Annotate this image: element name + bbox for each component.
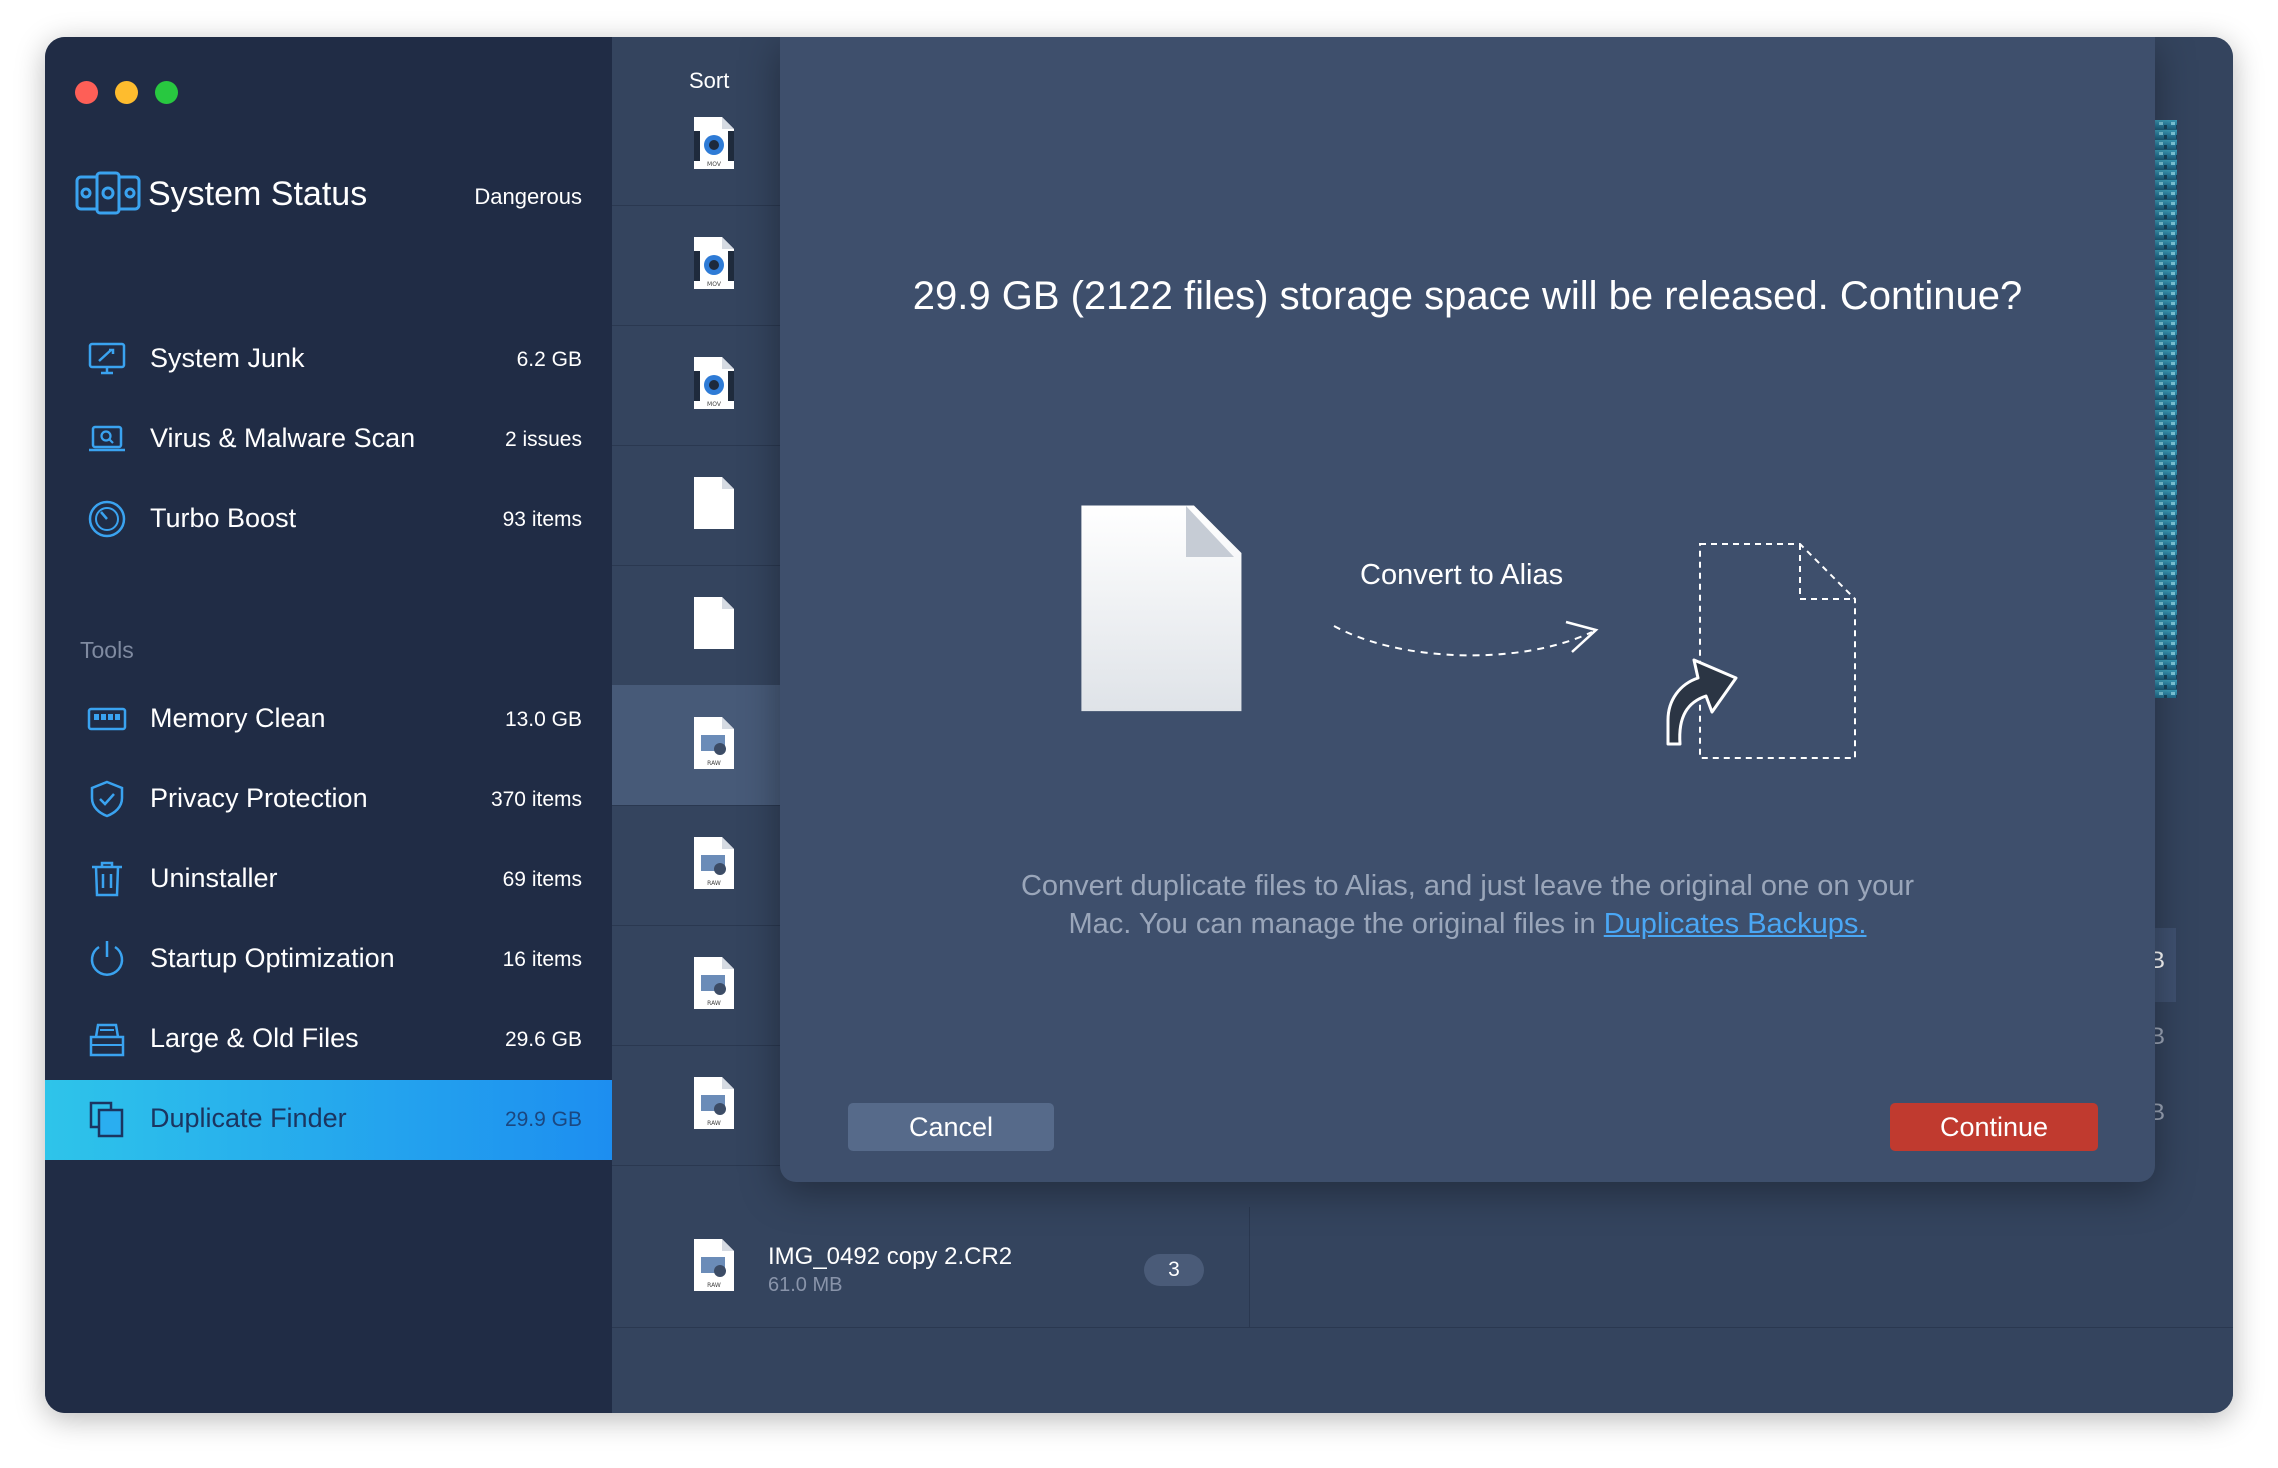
sidebar-item-label: Duplicate Finder [150, 1103, 347, 1133]
svg-text:MOV: MOV [707, 281, 722, 288]
shield-check-icon [90, 780, 124, 818]
svg-text:MOV: MOV [707, 161, 722, 168]
monitor-cleanup-icon [88, 342, 126, 375]
convert-alias-dialog: 29.9 GB (2122 files) storage space will … [780, 37, 2155, 1182]
sidebar-item-virus-malware-scan[interactable]: Virus & Malware Scan 2 issues [45, 400, 612, 480]
svg-text:RAW: RAW [707, 760, 721, 767]
sidebar-item-label: System Junk [150, 343, 305, 373]
dialog-description-line1: Convert duplicate files to Alias, and ju… [1020, 870, 1915, 902]
sidebar-item-value: 29.9 GB [504, 1108, 582, 1131]
system-status-icon [75, 171, 141, 215]
raw-file-icon: RAW [694, 1239, 734, 1291]
raw-file-icon: RAW [694, 957, 734, 1009]
duplicates-backups-link[interactable]: Duplicates Backups. [1604, 908, 1867, 940]
sidebar-item-privacy-protection[interactable]: Privacy Protection 370 items [45, 760, 612, 840]
movie-file-icon: MOV [694, 117, 734, 169]
svg-text:RAW: RAW [707, 880, 721, 887]
sidebar-item-label: Turbo Boost [150, 503, 297, 533]
sidebar-item-large-old-files[interactable]: Large & Old Files 29.6 GB [45, 1000, 612, 1080]
sidebar-item-value: 69 items [502, 868, 582, 891]
sidebar-item-system-junk[interactable]: System Junk 6.2 GB [45, 320, 612, 400]
cancel-button[interactable]: Cancel [848, 1103, 1054, 1151]
dialog-description-line2: Mac. You can manage the original files i… [1068, 908, 1604, 940]
minimize-window-button[interactable] [115, 81, 138, 104]
memory-chip-icon [87, 707, 127, 731]
close-window-button[interactable] [75, 81, 98, 104]
movie-file-icon: MOV [694, 357, 734, 409]
sidebar-item-value: 16 items [502, 948, 582, 971]
sidebar-item-duplicate-finder[interactable]: Duplicate Finder 29.9 GB [45, 1080, 612, 1160]
sidebar-item-memory-clean[interactable]: Memory Clean 13.0 GB [45, 680, 612, 760]
duplicate-count-badge: 3 [1144, 1254, 1204, 1286]
sidebar-item-value: 370 items [490, 788, 582, 811]
sidebar-item-turbo-boost[interactable]: Turbo Boost 93 items [45, 480, 612, 560]
sidebar-item-label: Large & Old Files [150, 1023, 359, 1053]
dialog-description: Convert duplicate files to Alias, and ju… [940, 867, 1995, 943]
sidebar-item-uninstaller[interactable]: Uninstaller 69 items [45, 840, 612, 920]
app-window: System Status Dangerous System Junk 6.2 … [45, 37, 2233, 1413]
trash-icon [92, 861, 122, 897]
sidebar-item-label: Startup Optimization [150, 943, 395, 973]
original-file-icon [1081, 505, 1242, 712]
sidebar-item-label: Privacy Protection [150, 783, 368, 813]
svg-text:RAW: RAW [707, 1120, 721, 1127]
sidebar-item-value: 93 items [502, 508, 582, 531]
speedometer-icon [88, 500, 126, 538]
convert-to-alias-label: Convert to Alias [1360, 559, 1564, 591]
system-status-title: System Status [148, 175, 368, 213]
system-status-value: Dangerous [474, 184, 582, 209]
sidebar-item-label: Memory Clean [150, 703, 326, 733]
continue-button[interactable]: Continue [1890, 1103, 2098, 1151]
sidebar-item-label: Virus & Malware Scan [150, 423, 416, 453]
system-status-row[interactable]: System Status Dangerous [75, 167, 582, 223]
file-box-icon [89, 1023, 125, 1057]
dialog-title: 29.9 GB (2122 files) storage space will … [912, 274, 2023, 318]
dashed-arrow-icon [1333, 620, 1599, 657]
document-file-icon [694, 597, 734, 649]
raw-file-icon: RAW [694, 717, 734, 769]
zoom-window-button[interactable] [155, 81, 178, 104]
svg-text:RAW: RAW [707, 1000, 721, 1007]
list-item[interactable]: RAW IMG_0492 copy 2.CR2 61.0 MB 3 [612, 1207, 2233, 1328]
tools-section-label: Tools [80, 637, 134, 663]
sidebar-item-value: 29.6 GB [504, 1028, 582, 1051]
sidebar-item-label: Uninstaller [150, 863, 278, 893]
laptop-scan-icon [89, 425, 125, 452]
raw-file-icon: RAW [694, 1077, 734, 1129]
file-size: 61.0 MB [768, 1274, 843, 1296]
movie-file-icon: MOV [694, 237, 734, 289]
svg-text:RAW: RAW [707, 1282, 721, 1289]
power-icon [90, 941, 124, 976]
sidebar: System Status Dangerous System Junk 6.2 … [45, 37, 612, 1413]
sidebar-item-value: 6.2 GB [516, 348, 582, 371]
sidebar-item-startup-optimization[interactable]: Startup Optimization 16 items [45, 920, 612, 1000]
column-divider [1249, 1207, 1250, 1327]
document-file-icon [694, 477, 734, 529]
svg-text:MOV: MOV [707, 401, 722, 408]
alias-file-icon [1666, 543, 1856, 759]
sidebar-item-value: 13.0 GB [504, 708, 582, 731]
duplicate-files-icon [89, 1101, 124, 1138]
raw-file-icon: RAW [694, 837, 734, 889]
sidebar-item-value: 2 issues [504, 428, 582, 451]
file-name: IMG_0492 copy 2.CR2 [768, 1243, 1013, 1270]
